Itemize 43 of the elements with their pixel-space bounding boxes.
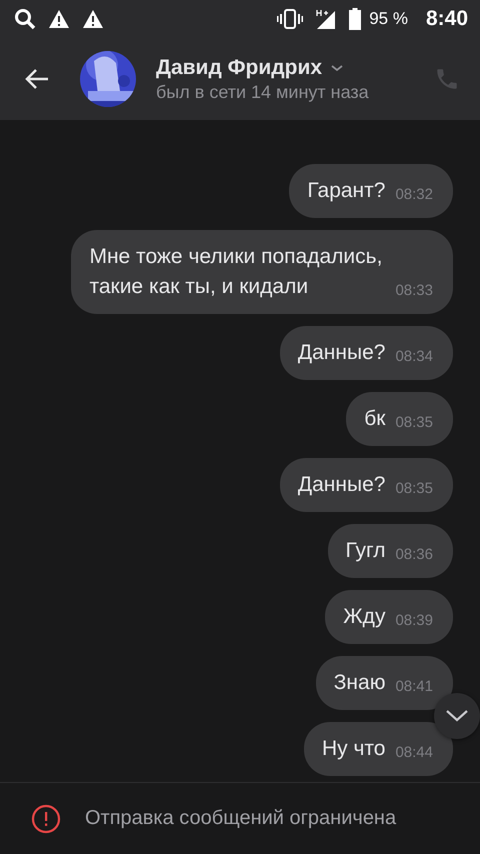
last-seen-status: был в сети 14 минут наза <box>156 82 370 102</box>
message-bubble[interactable]: Знаю 08:41 <box>316 656 453 710</box>
message-time: 08:32 <box>395 185 433 205</box>
message-time: 08:33 <box>395 281 433 301</box>
message-text: Данные? <box>298 340 386 366</box>
message-bubble[interactable]: Ну что 08:44 <box>304 722 453 776</box>
back-arrow-icon <box>24 68 50 90</box>
message-time: 08:39 <box>395 611 433 631</box>
message-bubble[interactable]: Гугл 08:36 <box>328 524 453 578</box>
message-time: 08:36 <box>395 545 433 565</box>
message-text: Ну что <box>322 736 386 762</box>
restriction-notice: Отправка сообщений ограничена <box>85 807 396 830</box>
chevron-down-icon <box>445 709 469 723</box>
message-text: Гарант? <box>307 178 386 204</box>
signal-icon <box>315 8 338 30</box>
message-time: 08:34 <box>395 347 433 367</box>
message-text: Знаю <box>334 670 386 696</box>
clock-time: 8:40 <box>426 7 468 31</box>
battery-percent: 95 % <box>369 9 408 29</box>
message-time: 08:41 <box>395 677 433 697</box>
search-icon <box>14 8 36 30</box>
battery-icon <box>349 8 362 30</box>
message-time: 08:35 <box>395 413 433 433</box>
message-time: 08:35 <box>395 479 433 499</box>
message-text: бк <box>364 406 386 432</box>
message-text: Гугл <box>346 538 386 564</box>
message-bubble[interactable]: Данные? 08:35 <box>280 458 453 512</box>
contact-name[interactable]: Давид Фридрих <box>156 56 322 80</box>
message-bubble[interactable]: Гарант? 08:32 <box>289 164 453 218</box>
scroll-down-button[interactable] <box>434 693 480 739</box>
message-text: Мне тоже челики попадались, такие как ты, и кидали <box>89 244 384 300</box>
message-bubble[interactable]: бк 08:35 <box>346 392 453 446</box>
error-icon <box>31 804 61 834</box>
message-text: Жду <box>343 604 386 630</box>
chevron-down-icon[interactable] <box>330 62 344 72</box>
message-bubble[interactable]: Жду 08:39 <box>325 590 453 644</box>
message-time: 08:44 <box>395 743 433 763</box>
message-bubble[interactable]: Данные? 08:34 <box>280 326 453 380</box>
warning-icon <box>82 9 104 29</box>
vibrate-icon <box>277 8 304 30</box>
warning-icon <box>48 9 70 29</box>
message-bubble[interactable]: Мне тоже челики попадались, такие как ты, и кидали 08:33 <box>71 230 453 314</box>
message-text: Данные? <box>298 472 386 498</box>
